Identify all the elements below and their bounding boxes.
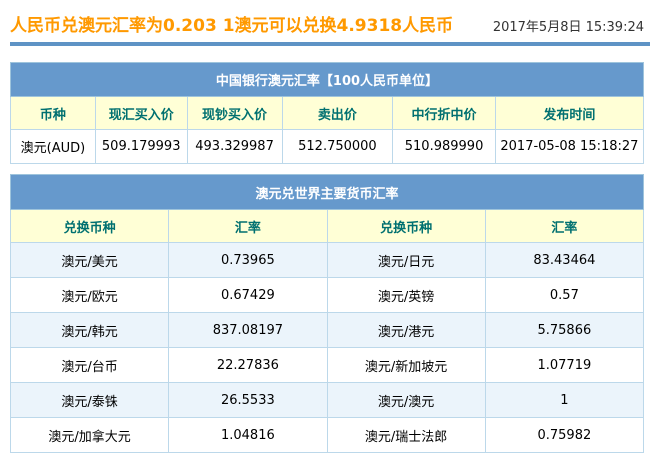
- header-divider: [10, 42, 650, 46]
- cell-rate: 0.57: [485, 278, 643, 313]
- col-header-rate-right: 汇率: [485, 210, 643, 243]
- table-row: 澳元/美元 0.73965 澳元/日元 83.43464: [11, 243, 644, 278]
- datetime-label: 2017年5月8日 15:39:24: [493, 20, 644, 37]
- cell-pair: 澳元/日元: [327, 243, 485, 278]
- cell-fx-buy: 509.179993: [95, 130, 187, 164]
- cell-pair: 澳元/港元: [327, 313, 485, 348]
- cell-pair: 澳元/加拿大元: [11, 418, 169, 453]
- col-header-pair-left: 兑换币种: [11, 210, 169, 243]
- cell-pair: 澳元/新加坡元: [327, 348, 485, 383]
- cell-rate: 26.5533: [169, 383, 327, 418]
- cell-rate: 1: [485, 383, 643, 418]
- cell-pair: 澳元/英镑: [327, 278, 485, 313]
- table-row: 澳元(AUD) 509.179993 493.329987 512.750000…: [11, 130, 644, 164]
- cell-rate: 1.04816: [169, 418, 327, 453]
- cell-pair: 澳元/泰铢: [11, 383, 169, 418]
- cell-cash-buy: 493.329987: [187, 130, 282, 164]
- page: 人民币兑澳元汇率为0.203 1澳元可以兑换4.9318人民币 2017年5月8…: [0, 0, 652, 453]
- cross-table-title: 澳元兑世界主要货币汇率: [11, 175, 644, 210]
- page-header: 人民币兑澳元汇率为0.203 1澳元可以兑换4.9318人民币 2017年5月8…: [10, 0, 644, 37]
- col-header-pair-right: 兑换币种: [327, 210, 485, 243]
- table-row: 澳元/台币 22.27836 澳元/新加坡元 1.07719: [11, 348, 644, 383]
- table-row: 澳元/欧元 0.67429 澳元/英镑 0.57: [11, 278, 644, 313]
- col-header-sell: 卖出价: [282, 97, 393, 130]
- cross-table-title-row: 澳元兑世界主要货币汇率: [11, 175, 644, 210]
- cell-rate: 0.75982: [485, 418, 643, 453]
- cell-middle-rate: 510.989990: [393, 130, 496, 164]
- boc-table-title: 中国银行澳元汇率【100人民币单位】: [11, 63, 644, 97]
- col-header-currency: 币种: [11, 97, 96, 130]
- table-row: 澳元/加拿大元 1.04816 澳元/瑞士法郎 0.75982: [11, 418, 644, 453]
- cell-rate: 1.07719: [485, 348, 643, 383]
- cell-rate: 0.67429: [169, 278, 327, 313]
- col-header-publish-time: 发布时间: [495, 97, 643, 130]
- cell-pair: 澳元/美元: [11, 243, 169, 278]
- cell-rate: 837.08197: [169, 313, 327, 348]
- page-title: 人民币兑澳元汇率为0.203 1澳元可以兑换4.9318人民币: [10, 15, 453, 37]
- boc-table-title-row: 中国银行澳元汇率【100人民币单位】: [11, 63, 644, 97]
- cell-pair: 澳元/韩元: [11, 313, 169, 348]
- col-header-middle-rate: 中行折中价: [393, 97, 496, 130]
- table-row: 澳元/泰铢 26.5533 澳元/澳元 1: [11, 383, 644, 418]
- table-row: 澳元/韩元 837.08197 澳元/港元 5.75866: [11, 313, 644, 348]
- cell-rate: 83.43464: [485, 243, 643, 278]
- cell-currency: 澳元(AUD): [11, 130, 96, 164]
- cell-publish-time: 2017-05-08 15:18:27: [495, 130, 643, 164]
- col-header-fx-buy: 现汇买入价: [95, 97, 187, 130]
- cell-rate: 0.73965: [169, 243, 327, 278]
- cell-rate: 22.27836: [169, 348, 327, 383]
- cell-pair: 澳元/澳元: [327, 383, 485, 418]
- cell-sell: 512.750000: [282, 130, 393, 164]
- cell-rate: 5.75866: [485, 313, 643, 348]
- cell-pair: 澳元/台币: [11, 348, 169, 383]
- cross-table-header-row: 兑换币种 汇率 兑换币种 汇率: [11, 210, 644, 243]
- cell-pair: 澳元/欧元: [11, 278, 169, 313]
- col-header-cash-buy: 现钞买入价: [187, 97, 282, 130]
- cross-rate-table: 澳元兑世界主要货币汇率 兑换币种 汇率 兑换币种 汇率 澳元/美元 0.7396…: [10, 174, 644, 453]
- cell-pair: 澳元/瑞士法郎: [327, 418, 485, 453]
- boc-rate-table: 中国银行澳元汇率【100人民币单位】 币种 现汇买入价 现钞买入价 卖出价 中行…: [10, 62, 644, 164]
- col-header-rate-left: 汇率: [169, 210, 327, 243]
- boc-table-header-row: 币种 现汇买入价 现钞买入价 卖出价 中行折中价 发布时间: [11, 97, 644, 130]
